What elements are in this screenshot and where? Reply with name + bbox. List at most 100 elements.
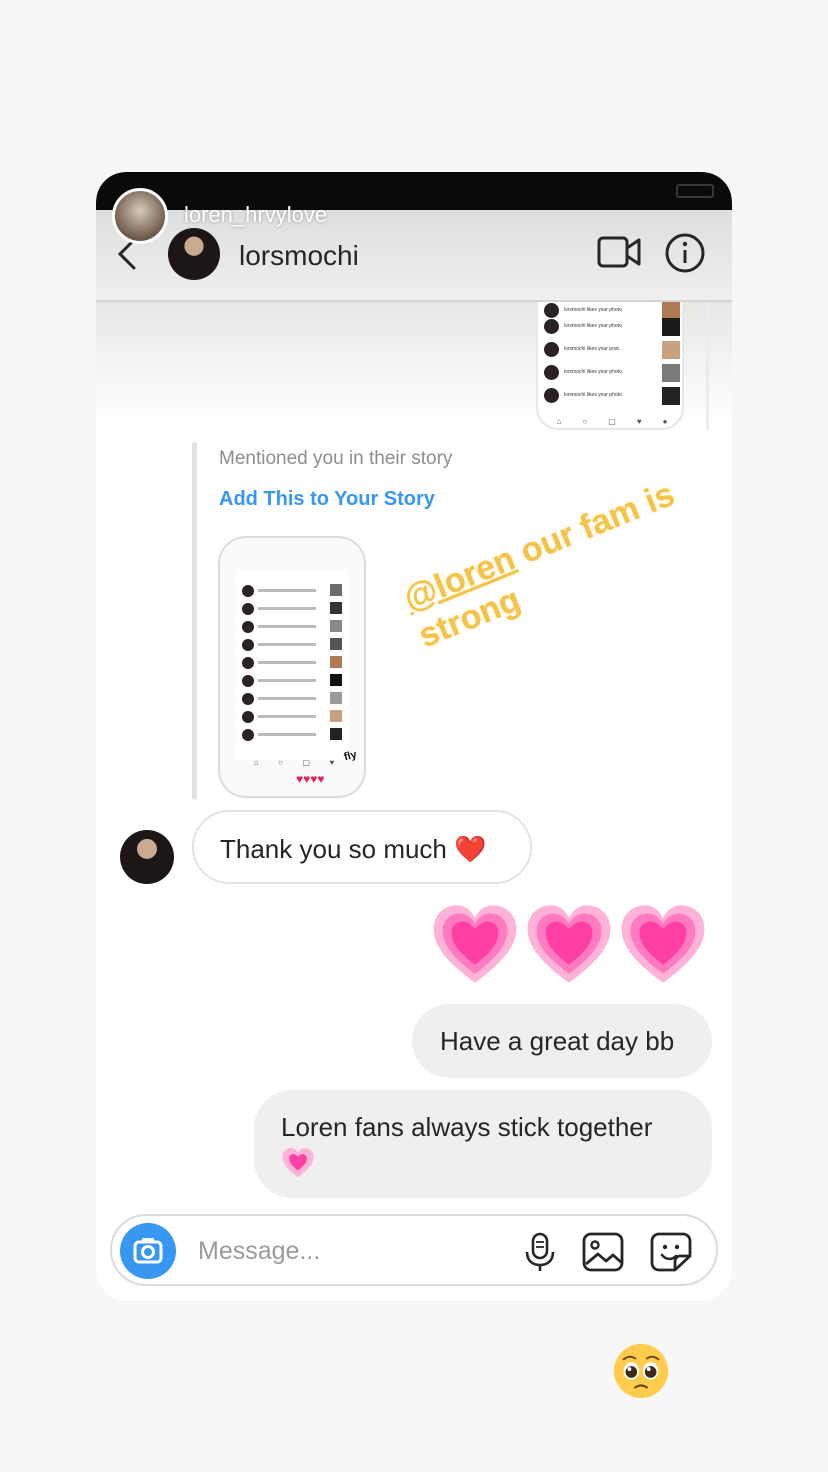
story-thumbnail[interactable]: ⌂ ○ ▢ ♥ fly ♥♥♥♥ [218,536,366,798]
add-to-story-link[interactable]: Add This to Your Story [219,488,435,511]
row-line [258,625,316,628]
story-caption: @loren our fam is strong [398,470,706,657]
avatar [242,603,254,615]
row-line [258,661,316,664]
list-item [242,674,342,688]
home-icon: ⌂ [253,758,259,767]
preview-row-text: lorsmochi likes your photo. [564,369,624,375]
outgoing-message[interactable]: Loren fans always stick together [254,1090,712,1198]
list-item [242,692,342,706]
shop-icon: ▢ [608,417,616,426]
avatar [544,303,559,318]
reply-divider [706,302,709,430]
sender-avatar[interactable] [120,830,174,884]
row-line [258,715,316,718]
battery-icon [676,184,714,198]
list-item [242,638,342,652]
quote-bar [192,442,197,800]
outgoing-hearts-message[interactable] [426,900,716,1000]
avatar [242,711,254,723]
gallery-icon[interactable] [582,1232,624,1272]
row-thumb [330,692,342,704]
avatar [242,639,254,651]
avatar [544,342,559,357]
message-input[interactable] [198,1236,498,1266]
row-thumb [330,656,342,668]
sticker-icon[interactable] [650,1232,692,1272]
story-user-avatar [112,188,168,244]
avatar [242,657,254,669]
chat-name[interactable]: lorsmochi [239,240,359,272]
incoming-message[interactable]: Thank you so much ❤️ [192,810,532,884]
outgoing-message-text: Have a great day bb [440,1026,675,1056]
preview-row-text: lorsmochi likes your photo. [564,392,624,398]
story-thumb-tab-bar: ⌂ ○ ▢ ♥ [244,758,344,767]
row-line [258,607,316,610]
row-line [258,697,316,700]
preview-row: lorsmochi likes your photo. [544,387,680,405]
preview-row-text: lorsmochi likes your photo. [564,323,624,329]
preview-thumb [662,318,680,336]
chat-avatar[interactable] [168,228,220,280]
outgoing-message[interactable]: Have a great day bb [412,1004,712,1078]
row-thumb [330,602,342,614]
story-username: loren_hrvylove [184,202,328,227]
microphone-icon[interactable] [522,1232,558,1272]
avatar [242,675,254,687]
incoming-message-text: Thank you so much ❤️ [220,834,487,864]
avatar [242,621,254,633]
search-icon: ○ [278,758,283,767]
avatar [242,693,254,705]
preview-thumb [662,364,680,382]
camera-button[interactable] [120,1223,176,1279]
row-thumb [330,674,342,686]
row-line [258,679,316,682]
list-item [242,728,342,742]
preview-row-text: lorsmochi likes your post. [564,346,621,352]
video-camera-icon[interactable] [596,232,642,272]
growing-heart-icon [527,905,611,983]
avatar [242,585,254,597]
list-item [242,656,342,670]
heart-icon: ♥ [636,417,642,426]
row-thumb [330,620,342,632]
preview-row: lorsmochi likes your photo. [544,318,680,336]
preview-tab-bar: ⌂ ○ ▢ ♥ ● [546,417,678,426]
search-icon: ○ [582,417,588,426]
row-line [258,643,316,646]
preview-thumb [662,387,680,405]
camera-icon [133,1238,163,1264]
pleading-face-icon [613,1343,669,1399]
avatar [544,388,559,403]
avatar [544,365,559,380]
row-thumb [330,638,342,650]
avatar [242,729,254,741]
row-line [258,733,316,736]
outgoing-message-text: Loren fans always stick together [281,1112,653,1142]
row-thumb [330,728,342,740]
preview-row: lorsmochi likes your photo. [544,364,680,382]
growing-heart-icon [282,1148,314,1178]
growing-heart-icon [433,905,517,983]
row-thumb [330,584,342,596]
list-item [242,710,342,724]
home-icon: ⌂ [556,417,562,426]
list-item [242,584,342,598]
hearts-sticker: ♥♥♥♥ [296,772,325,786]
row-thumb [330,710,342,722]
fly-sticker: fly [342,748,359,764]
list-item [242,620,342,634]
preview-row: lorsmochi likes your post. [544,341,680,359]
story-mention-text: Mentioned you in their story [219,448,453,469]
preview-thumb [662,341,680,359]
avatar [544,319,559,334]
shared-post-preview[interactable]: lorsmochi likes your photo. lorsmochi li… [536,302,684,430]
shop-icon: ▢ [302,758,310,767]
heart-icon: ♥ [329,758,335,767]
message-composer [110,1214,718,1286]
story-screenshot-card: lorsmochi loren_hrvylove lorsmochi likes… [96,172,732,1300]
info-icon[interactable] [664,232,706,274]
story-thumb-screen [236,570,348,760]
list-item [242,602,342,616]
preview-row-text: lorsmochi likes your photo. [564,307,624,313]
